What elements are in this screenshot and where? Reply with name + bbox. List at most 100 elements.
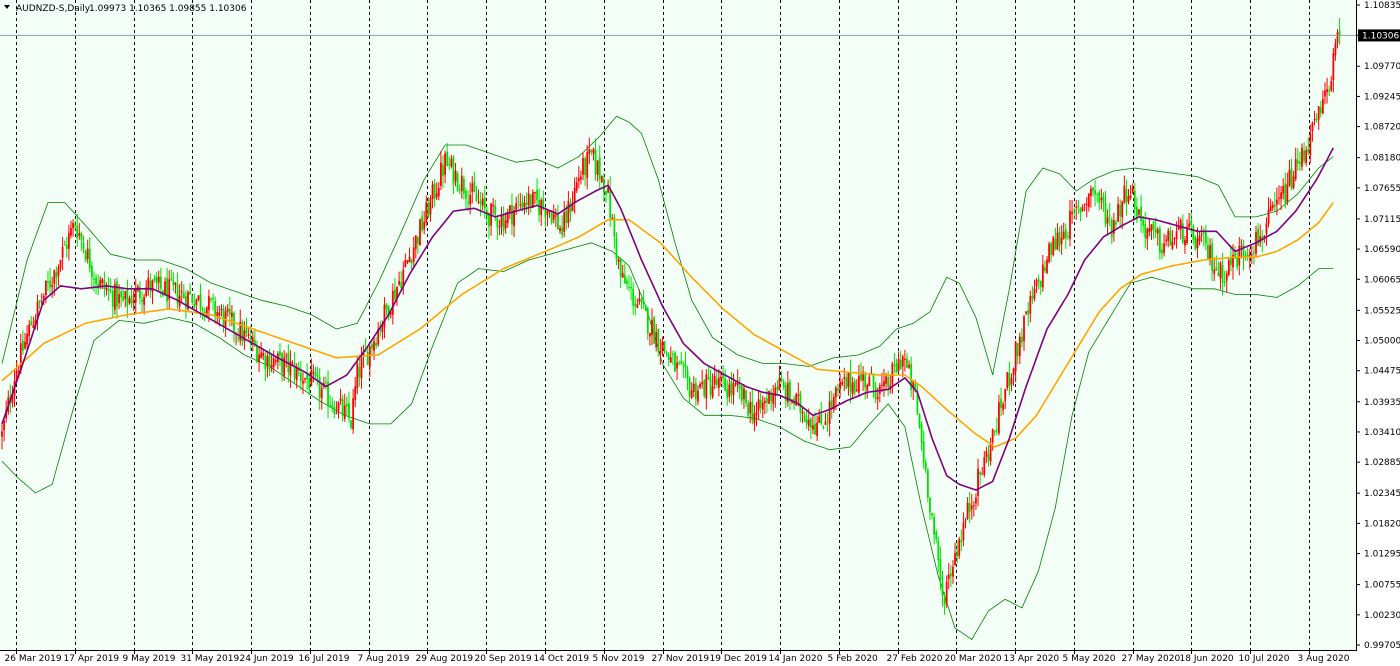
candle-body (446, 151, 449, 167)
candle-body (1171, 241, 1174, 249)
candle-body (1050, 243, 1053, 255)
time-tick-label: 27 Nov 2019 (652, 654, 710, 664)
candle-body (1236, 257, 1239, 268)
candle-body (517, 201, 520, 203)
candle-body (348, 403, 350, 418)
candle-body (116, 281, 118, 307)
candle-body (1073, 209, 1076, 211)
candle-body (1246, 253, 1249, 257)
candle-body (498, 226, 501, 228)
candle-body (690, 390, 693, 398)
candle-body (425, 202, 428, 223)
candle-body (803, 414, 806, 422)
candle-body (118, 294, 120, 304)
candle-body (141, 299, 143, 302)
candle-body (30, 321, 33, 326)
candle-body (619, 258, 622, 277)
candle-body (345, 403, 348, 407)
candle-body (830, 399, 833, 407)
candle-body (260, 352, 263, 359)
candle-body (1098, 191, 1101, 204)
candle-body (962, 522, 965, 541)
candle-body (469, 194, 472, 205)
candle-body (450, 158, 453, 167)
candle-body (906, 357, 908, 368)
candle-body (1173, 238, 1176, 240)
candle-body (53, 270, 56, 284)
time-tick-label: 19 Dec 2019 (710, 654, 768, 664)
candle-body (1336, 32, 1339, 44)
price-axis: 1.10835 1.10306 1.09770 1.09245 1.08720 1.081… (1356, 1, 1400, 651)
candle-body (981, 473, 984, 475)
candle-body (1177, 226, 1180, 230)
candle-body (195, 299, 198, 305)
candle-body (433, 183, 436, 199)
candle-body (272, 358, 275, 368)
candle-body (1004, 388, 1007, 402)
candle-body (337, 402, 340, 411)
price-chart[interactable]: 1.10835 1.10306 1.09770 1.09245 1.08720 1.081… (0, 0, 1400, 666)
candle-body (1033, 288, 1036, 299)
candle-body (845, 377, 848, 389)
candle-body (1067, 235, 1069, 237)
candle-body (1213, 269, 1216, 274)
price-tick-label: 1.10835 (1364, 1, 1400, 11)
candle-body (406, 260, 409, 263)
candle-body (897, 358, 900, 371)
candle-body (609, 188, 612, 219)
candle-body (504, 220, 507, 229)
time-tick-label: 18 Jun 2020 (1180, 654, 1234, 664)
candle-body (563, 212, 566, 232)
candle-body (987, 454, 990, 461)
time-axis: 26 Mar 2019 17 Apr 2019 9 May 2019 31 May 2… (5, 650, 1350, 664)
candle-body (880, 384, 883, 386)
candle-body (231, 312, 233, 318)
candle-body (511, 204, 513, 225)
candle-body (567, 200, 570, 223)
candle-body (588, 149, 591, 154)
candle-body (67, 233, 70, 249)
candle-body (191, 295, 194, 303)
candle-body (573, 187, 576, 203)
candle-body (1269, 206, 1272, 212)
candle-body (1311, 122, 1314, 131)
candle-body (1328, 89, 1331, 92)
candle-body (1060, 237, 1063, 245)
candle-body (82, 243, 85, 249)
candle-body (843, 377, 846, 379)
candle-body (828, 401, 831, 424)
plot-area[interactable] (0, 0, 1356, 650)
candle-body (460, 175, 463, 192)
chart-window[interactable]: 1.10835 1.10306 1.09770 1.09245 1.08720 1.081… (0, 0, 1400, 666)
time-tick-label: 17 Apr 2019 (64, 654, 120, 664)
time-tick-label: 10 Jul 2020 (1239, 654, 1290, 664)
candle-body (766, 398, 768, 403)
candle-body (174, 282, 177, 286)
candle-body (467, 201, 469, 203)
candle-body (1092, 187, 1094, 192)
candle-body (247, 334, 250, 336)
candle-body (1094, 190, 1096, 195)
candle-body (651, 319, 653, 336)
candle-body (201, 309, 204, 311)
chart-header: AUDNZD-S,Daily 1.09973 1.10365 1.09855 1… (4, 4, 247, 14)
candle-body (120, 291, 123, 298)
candle-body (285, 355, 288, 357)
candle-body (22, 340, 24, 351)
candle-body (1305, 150, 1308, 164)
price-tick-label: 1.00755 (1364, 581, 1400, 591)
candle-body (61, 247, 64, 258)
candle-body (335, 412, 338, 414)
candle-body (473, 181, 476, 192)
candle-body (945, 581, 948, 605)
candle-body (237, 337, 240, 339)
candle-body (1227, 260, 1230, 275)
candle-body (939, 558, 942, 581)
candle-body (1230, 257, 1232, 266)
candle-body (84, 251, 87, 261)
candle-body (90, 265, 93, 278)
candle-body (816, 422, 818, 437)
candle-body (208, 296, 210, 311)
candle-body (908, 364, 910, 368)
candle-body (1271, 204, 1274, 209)
